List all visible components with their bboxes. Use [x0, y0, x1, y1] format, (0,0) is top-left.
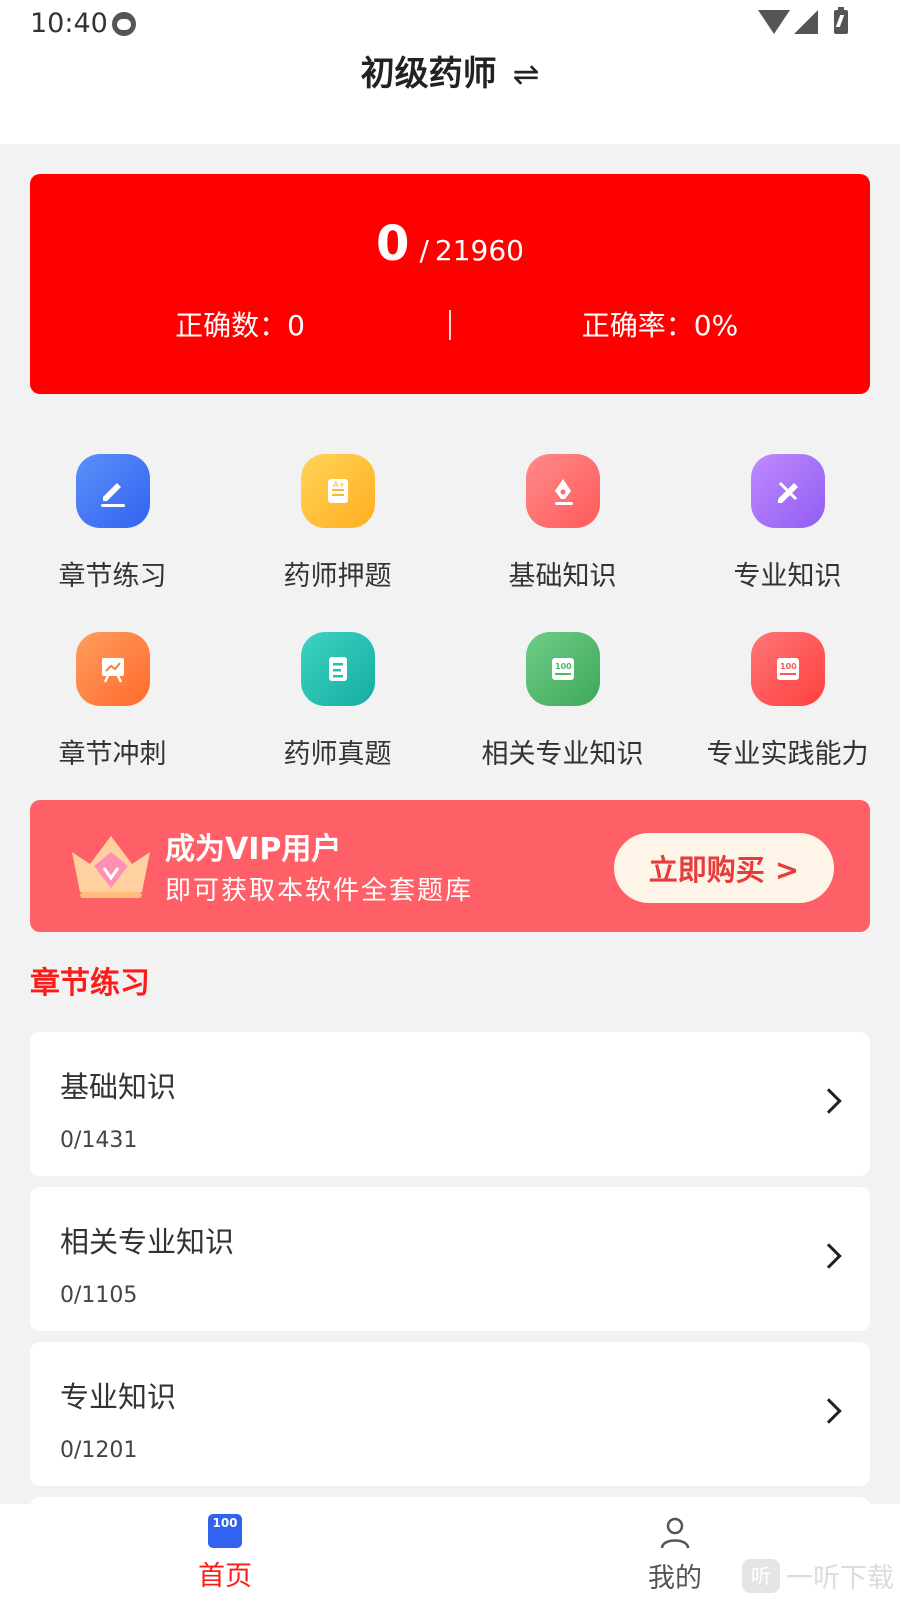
total-count: 21960 — [434, 234, 524, 267]
chapter-list: 基础知识 0/1431 相关专业知识 0/1105 专业知识 0/1201 — [30, 1032, 870, 1527]
chapter-progress: 0/1105 — [60, 1283, 138, 1308]
feature-label: 药师真题 — [283, 739, 392, 770]
list-item[interactable]: 专业知识 0/1201 — [30, 1342, 870, 1486]
stats-card: 0 /21960 正确数：0 正确率：0% — [30, 174, 870, 394]
watermark-text: 一听下载 — [786, 1563, 894, 1594]
chevron-right-icon — [816, 1243, 842, 1269]
pencil-icon — [750, 454, 825, 528]
list-item[interactable]: 相关专业知识 0/1105 — [30, 1187, 870, 1331]
chevron-right-icon — [816, 1398, 842, 1424]
chapter-progress: 0/1201 — [60, 1438, 138, 1463]
status-icons — [758, 7, 848, 34]
feature-grid: 章节练习 A+ 药师押题 基础知识 专业知识 章节冲刺 药师真题 100 相关专 — [0, 454, 900, 810]
done-count: 0 — [376, 216, 410, 272]
feature-label: 基础知识 — [508, 561, 617, 592]
progress-count: 0 /21960 — [30, 216, 870, 272]
chapter-progress: 0/1431 — [60, 1128, 138, 1153]
chevron-right-icon — [816, 1088, 842, 1114]
watermark: 听 一听下载 — [742, 1556, 894, 1595]
feature-label: 章节练习 — [58, 561, 167, 592]
vip-title: 成为VIP用户 — [165, 832, 342, 867]
list-item[interactable]: 基础知识 0/1431 — [30, 1032, 870, 1176]
chapter-name: 专业知识 — [60, 1380, 177, 1414]
page-title: 初级药师 — [360, 54, 497, 94]
svg-text:100: 100 — [555, 662, 572, 671]
score-100-icon: 100 — [750, 632, 825, 706]
pen-nib-icon — [525, 454, 600, 528]
notification-icon — [112, 12, 136, 36]
tab-mine-label: 我的 — [648, 1563, 702, 1594]
feature-real-exams[interactable]: 药师真题 — [225, 632, 450, 810]
tab-home-label: 首页 — [198, 1561, 252, 1592]
feature-chapter-practice[interactable]: 章节练习 — [0, 454, 225, 632]
watermark-logo: 听 — [742, 1558, 780, 1593]
edit-icon — [75, 454, 150, 528]
user-icon — [660, 1517, 690, 1549]
crown-diamond-icon — [72, 836, 150, 898]
feature-label: 章节冲刺 — [58, 739, 167, 770]
feature-related-knowledge[interactable]: 100 相关专业知识 — [450, 632, 675, 810]
feature-professional-knowledge[interactable]: 专业知识 — [675, 454, 900, 632]
battery-icon — [834, 7, 848, 34]
feature-label: 专业实践能力 — [706, 739, 869, 770]
document-icon — [300, 632, 375, 706]
vip-banner[interactable]: 成为VIP用户 即可获取本软件全套题库 立即购买 > — [30, 800, 870, 932]
count-separator: / — [419, 234, 429, 267]
feature-basic-knowledge[interactable]: 基础知识 — [450, 454, 675, 632]
feature-label: 药师押题 — [283, 561, 392, 592]
buy-now-button[interactable]: 立即购买 > — [614, 833, 834, 903]
correct-count: 正确数：0 — [175, 309, 305, 342]
score-100-icon: 100 — [525, 632, 600, 706]
swap-icon[interactable]: ⇌ — [513, 55, 540, 93]
chapter-name: 基础知识 — [60, 1070, 177, 1104]
top-bar: 10:40 初级药师 ⇌ — [0, 0, 900, 144]
feature-label: 专业知识 — [733, 561, 842, 592]
svg-text:A+: A+ — [333, 480, 345, 489]
signal-icon — [794, 10, 818, 34]
correct-rate: 正确率：0% — [581, 309, 739, 342]
exam-switcher[interactable]: 初级药师 ⇌ — [0, 46, 900, 95]
tab-home[interactable]: 100 首页 — [0, 1504, 450, 1600]
stat-divider — [449, 310, 451, 340]
feature-practice-ability[interactable]: 100 专业实践能力 — [675, 632, 900, 810]
scroll-icon: A+ — [300, 454, 375, 528]
feature-label: 相关专业知识 — [481, 739, 644, 770]
svg-text:100: 100 — [780, 662, 797, 671]
chart-board-icon — [75, 632, 150, 706]
wifi-icon — [758, 10, 790, 34]
status-time: 10:40 — [30, 8, 108, 39]
feature-exam-prediction[interactable]: A+ 药师押题 — [225, 454, 450, 632]
home-icon: 100 — [208, 1514, 242, 1548]
section-title: 章节练习 — [30, 966, 150, 1001]
vip-subtitle: 即可获取本软件全套题库 — [165, 876, 474, 906]
chapter-name: 相关专业知识 — [60, 1225, 235, 1259]
feature-chapter-sprint[interactable]: 章节冲刺 — [0, 632, 225, 810]
